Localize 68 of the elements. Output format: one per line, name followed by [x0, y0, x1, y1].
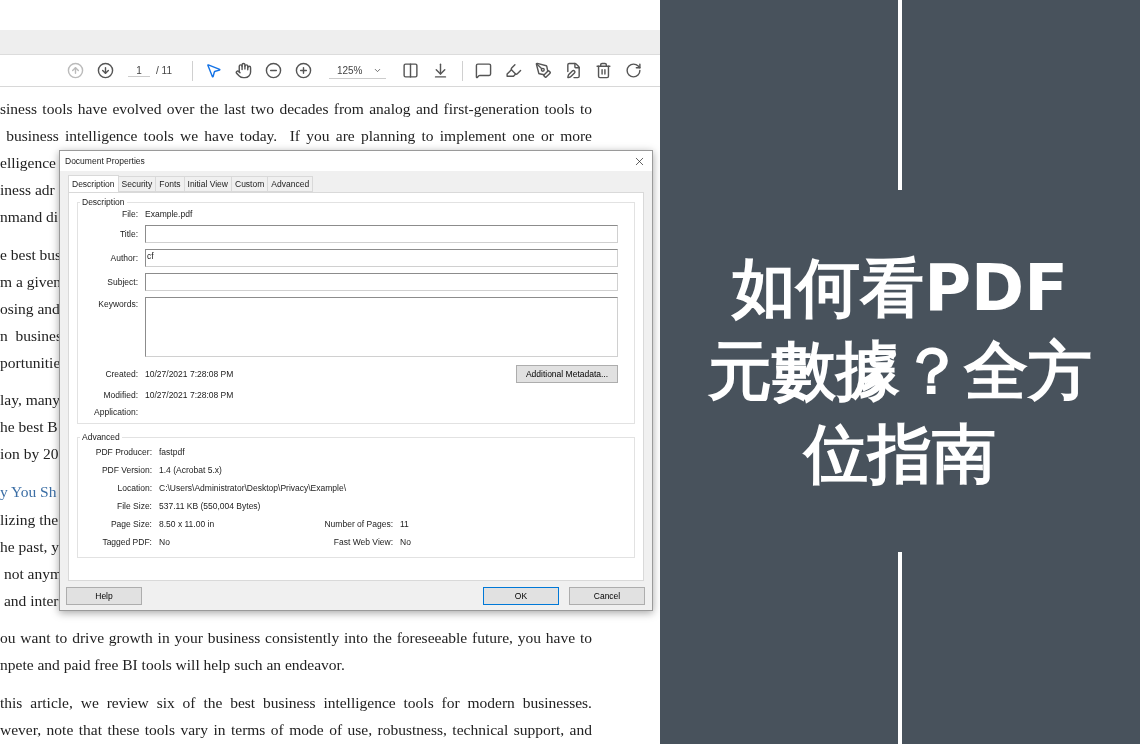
- field-label: Keywords:: [97, 298, 138, 309]
- text-field[interactable]: [145, 273, 618, 291]
- property-label: Number of Pages:: [323, 519, 393, 529]
- zoom-dropdown[interactable]: 125%: [328, 62, 386, 79]
- page-number-field[interactable]: 1: [128, 64, 150, 77]
- body-text-line: elligence: [0, 153, 56, 173]
- property-value: 11: [400, 519, 410, 529]
- tab[interactable]: Fonts: [155, 176, 185, 192]
- property-value: No: [400, 537, 412, 547]
- property-label: PDF Producer:: [94, 447, 152, 457]
- property-value: 8.50 x 11.00 in: [159, 519, 216, 529]
- property-label: File Size:: [116, 501, 152, 511]
- tab[interactable]: Custom: [231, 176, 269, 192]
- field-label: File:: [120, 209, 138, 219]
- body-text-line: wever, note that these tools vary in terms of mode of use, robustness, technical support, and: [0, 719, 592, 740]
- field-value: Example.pdf: [145, 209, 194, 219]
- text-field[interactable]: cf: [145, 249, 618, 267]
- tab[interactable]: Initial View: [183, 176, 232, 192]
- body-text-line: he best B: [0, 417, 58, 437]
- field-label: Author:: [109, 253, 138, 263]
- group-title: Advanced: [81, 432, 121, 442]
- body-text-line: lay, many: [0, 390, 61, 410]
- property-value: C:\Users\Administrator\Desktop\Privacy\Example\: [159, 483, 348, 493]
- field-value: 10/27/2021 7:28:08 PM: [145, 390, 235, 400]
- field-value: 10/27/2021 7:28:08 PM: [145, 369, 235, 379]
- body-text-line: nmand di: [0, 207, 59, 227]
- group-title: Description: [81, 197, 126, 207]
- tab[interactable]: Description: [68, 175, 119, 192]
- body-text-line: siness tools have evolved over the last two decades from analog and first-generation tools to: [0, 99, 592, 119]
- banner-title: 如何看PDF: [732, 249, 1068, 327]
- keywords-field[interactable]: [145, 297, 618, 357]
- property-label: Tagged PDF:: [101, 537, 152, 547]
- banner-title: 元數據？全方: [708, 332, 1092, 410]
- dialog-button[interactable]: Cancel: [569, 587, 645, 605]
- field-label: Title:: [118, 229, 138, 239]
- page-count: / 11: [156, 65, 172, 76]
- property-value: 1.4 (Acrobat 5.x): [159, 465, 223, 475]
- additional-metadata-button[interactable]: Additional Metadata...: [516, 365, 618, 383]
- body-text-line: npete and paid free BI tools will help such an endeavor.: [0, 655, 345, 675]
- tab[interactable]: Security: [117, 176, 157, 192]
- field-label: Created:: [104, 369, 138, 379]
- property-value: No: [159, 537, 171, 547]
- field-label: Application:: [93, 407, 138, 417]
- body-text-line: he past, y: [0, 536, 59, 557]
- dialog-title: Document Properties: [65, 156, 145, 166]
- property-value: fastpdf: [159, 447, 186, 457]
- text-field[interactable]: [145, 225, 618, 243]
- property-label: Fast Web View:: [332, 537, 393, 547]
- property-label: Location:: [116, 483, 152, 493]
- body-text-line: osing and: [0, 298, 60, 319]
- body-text-line: ou want to drive growth in your business consistently into the foreseeable future, you have to: [0, 628, 592, 648]
- property-label: Page Size:: [109, 519, 152, 529]
- body-text-line: this article, we review six of the best business intelligence tools for modern businesses.: [0, 692, 592, 713]
- body-text-line: iness adr: [0, 180, 55, 200]
- property-label: PDF Version:: [100, 465, 152, 475]
- banner-title: 位指南: [804, 415, 996, 493]
- dialog-button[interactable]: OK: [483, 587, 559, 605]
- help-button[interactable]: Help: [66, 587, 142, 605]
- body-text-line: and inter: [2, 590, 59, 611]
- property-value: 537.11 KB (550,004 Bytes): [159, 501, 262, 511]
- body-text-line: ion by 20: [0, 444, 59, 464]
- body-text-line: business intelligence tools we have today. If you are planning to implement one or more: [5, 126, 592, 146]
- heading-text: y You Sh: [0, 481, 57, 502]
- field-label: Modified:: [102, 390, 138, 400]
- field-label: Subject:: [106, 277, 138, 287]
- body-text-line: portunitie: [0, 352, 61, 373]
- body-text-line: lizing the: [0, 509, 59, 530]
- tab[interactable]: Advanced: [267, 176, 314, 192]
